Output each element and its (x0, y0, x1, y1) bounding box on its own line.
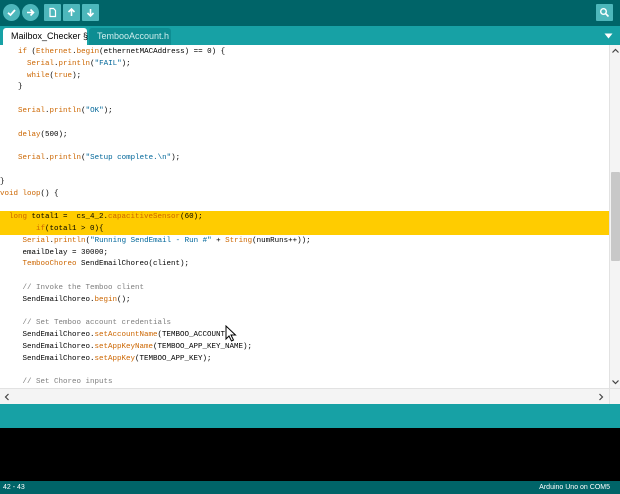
code-line[interactable]: Serial.println("Setup complete.\n"); (0, 152, 609, 164)
code-line[interactable]: SendEmailChoreo.setAccountName(TEMBOO_AC… (0, 329, 609, 341)
scroll-up-icon[interactable] (611, 47, 620, 55)
code-line[interactable]: Serial.println("FAIL"); (0, 58, 609, 70)
vertical-scrollbar[interactable] (609, 45, 620, 388)
code-line[interactable]: while(true); (0, 70, 609, 82)
code-line[interactable]: // Set Choreo inputs (0, 376, 609, 388)
code-line[interactable]: delay(500); (0, 129, 609, 141)
code-line[interactable]: void loop() { (0, 188, 609, 200)
code-line[interactable]: SendEmailChoreo.setAppKey(TEMBOO_APP_KEY… (0, 353, 609, 365)
code-line[interactable] (0, 140, 609, 152)
tab-temboo-account[interactable]: TembooAccount.h (89, 28, 171, 45)
new-file-icon (49, 7, 57, 18)
code-line[interactable] (0, 270, 609, 282)
board-port-indicator: Arduino Uno on COM5 (539, 484, 610, 491)
code-line[interactable]: SendEmailChoreo.setAppKeyName(TEMBOO_APP… (0, 341, 609, 353)
arrow-up-icon (67, 7, 76, 16)
tab-bar: Mailbox_Checker § TembooAccount.h (0, 26, 620, 45)
code-line[interactable] (0, 164, 609, 176)
scroll-down-icon[interactable] (611, 378, 620, 386)
code-line[interactable]: TembooChoreo SendEmailChoreo(client); (0, 258, 609, 270)
code-editor[interactable]: if (Ethernet.begin(ethernetMACAddress) =… (0, 45, 609, 388)
vertical-scroll-thumb[interactable] (611, 171, 620, 262)
code-line[interactable]: } (0, 176, 609, 188)
code-line[interactable]: Serial.println("Running SendEmail - Run … (0, 235, 609, 247)
highlighted-code-line[interactable]: long total1 = cs_4_2.capacitiveSensor(60… (0, 211, 609, 224)
code-line[interactable]: Serial.println("OK"); (0, 105, 609, 117)
console-output[interactable] (0, 428, 620, 481)
code-line[interactable] (0, 93, 609, 105)
scroll-left-icon[interactable] (3, 393, 11, 401)
code-line[interactable]: } (0, 81, 609, 93)
triangle-down-icon (604, 33, 613, 38)
code-line[interactable] (0, 117, 609, 129)
code-line[interactable]: if (Ethernet.begin(ethernetMACAddress) =… (0, 46, 609, 58)
arrow-right-icon (27, 8, 35, 17)
new-button[interactable] (44, 4, 61, 21)
code-line[interactable]: // Invoke the Temboo client (0, 282, 609, 294)
serial-monitor-button[interactable] (596, 4, 613, 21)
code-line[interactable] (0, 199, 609, 211)
code-line[interactable]: SendEmailChoreo.begin(); (0, 294, 609, 306)
scroll-right-icon[interactable] (597, 393, 605, 401)
toolbar (0, 0, 620, 26)
footer-bar: 42 - 43 Arduino Uno on COM5 (0, 481, 620, 494)
code-line[interactable]: // Set Temboo account credentials (0, 317, 609, 329)
line-number-indicator: 42 - 43 (3, 484, 25, 491)
code-line[interactable] (0, 306, 609, 318)
upload-button[interactable] (22, 4, 39, 21)
mouse-cursor-icon (225, 325, 237, 342)
save-button[interactable] (82, 4, 99, 21)
check-icon (7, 9, 16, 17)
highlighted-code-line[interactable]: if(total1 > 0){ (0, 223, 609, 235)
code-line[interactable] (0, 365, 609, 377)
magnifier-icon (600, 8, 610, 18)
arrow-down-icon (86, 9, 95, 18)
status-bar (0, 404, 620, 428)
open-button[interactable] (63, 4, 80, 21)
verify-button[interactable] (3, 4, 20, 21)
horizontal-scrollbar[interactable] (0, 388, 609, 404)
code-line[interactable]: emailDelay = 30000; (0, 247, 609, 259)
tab-menu-button[interactable] (603, 30, 614, 41)
tab-mailbox-checker[interactable]: Mailbox_Checker § (3, 28, 88, 45)
scrollbar-corner (609, 388, 620, 404)
